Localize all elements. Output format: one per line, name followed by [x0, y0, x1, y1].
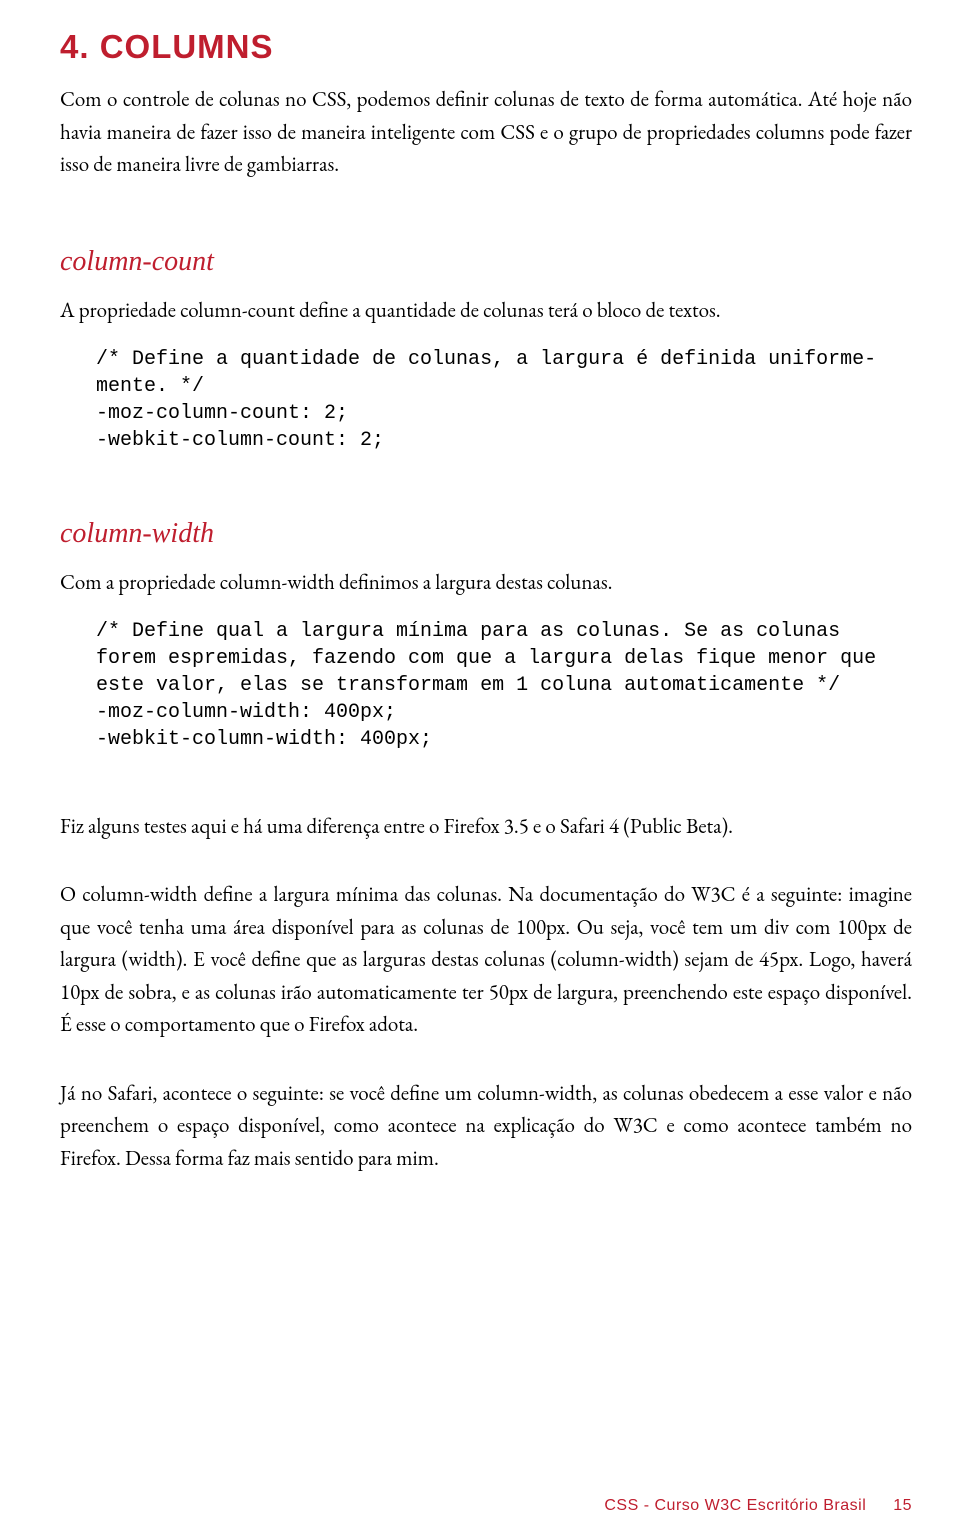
- tail-paragraph-1: Fiz alguns testes aqui e há uma diferenç…: [60, 811, 912, 844]
- section-heading-column-width: column-width: [60, 512, 912, 555]
- section-desc-column-width: Com a propriedade column-width definimos…: [60, 567, 912, 600]
- page-content: 4. COLUMNS Com o controle de colunas no …: [0, 0, 960, 1175]
- section-heading-column-count: column-count: [60, 240, 912, 283]
- code-block-column-count: /* Define a quantidade de colunas, a lar…: [60, 346, 912, 454]
- code-block-column-width: /* Define qual a largura mínima para as …: [60, 618, 912, 753]
- chapter-title: 4. COLUMNS: [60, 28, 912, 66]
- footer-course-name: CSS - Curso W3C Escritório Brasil: [604, 1497, 866, 1514]
- body-copy: Com o controle de colunas no CSS, podemo…: [60, 84, 912, 1175]
- tail-paragraph-2: O column-width define a largura mínima d…: [60, 879, 912, 1042]
- page-footer: CSS - Curso W3C Escritório Brasil 15: [604, 1497, 912, 1515]
- tail-paragraph-3: Já no Safari, acontece o seguinte: se vo…: [60, 1078, 912, 1176]
- page-number: 15: [893, 1497, 912, 1514]
- section-desc-column-count: A propriedade column-count define a quan…: [60, 295, 912, 328]
- intro-paragraph: Com o controle de colunas no CSS, podemo…: [60, 84, 912, 182]
